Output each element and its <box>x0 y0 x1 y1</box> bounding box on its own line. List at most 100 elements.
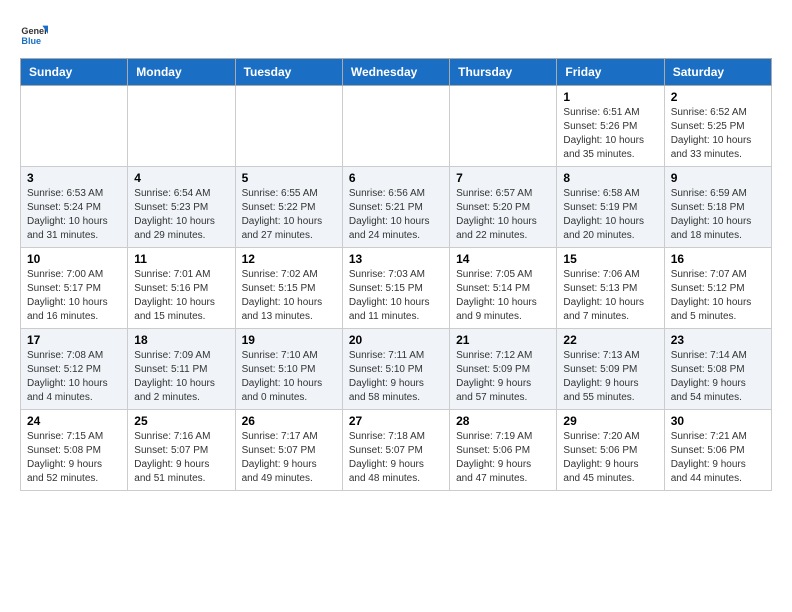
calendar-header-row: SundayMondayTuesdayWednesdayThursdayFrid… <box>21 59 772 86</box>
calendar-day-cell <box>128 86 235 167</box>
logo: General Blue <box>20 20 52 48</box>
day-number: 25 <box>134 414 228 428</box>
calendar-day-cell: 25 Sunrise: 7:16 AM Sunset: 5:07 PM Dayli… <box>128 410 235 491</box>
day-header: Thursday <box>450 59 557 86</box>
calendar-day-cell: 6 Sunrise: 6:56 AM Sunset: 5:21 PM Daylig… <box>342 167 449 248</box>
calendar-day-cell: 30 Sunrise: 7:21 AM Sunset: 5:06 PM Dayli… <box>664 410 771 491</box>
day-number: 17 <box>27 333 121 347</box>
calendar-week-row: 17Sunrise: 7:08 AM Sunset: 5:12 PM Dayli… <box>21 329 772 410</box>
day-number: 12 <box>242 252 336 266</box>
calendar-day-cell: 16Sunrise: 7:07 AM Sunset: 5:12 PM Dayli… <box>664 248 771 329</box>
calendar-day-cell <box>21 86 128 167</box>
calendar-week-row: 24 Sunrise: 7:15 AM Sunset: 5:08 PM Dayli… <box>21 410 772 491</box>
day-info: Sunrise: 7:19 AM Sunset: 5:06 PM Dayligh… <box>456 430 550 486</box>
day-info: Sunrise: 6:52 AM Sunset: 5:25 PM Dayligh… <box>671 106 765 162</box>
day-info: Sunrise: 7:12 AM Sunset: 5:09 PM Dayligh… <box>456 349 550 405</box>
calendar-day-cell: 11 Sunrise: 7:01 AM Sunset: 5:16 PM Dayli… <box>128 248 235 329</box>
calendar-day-cell: 12 Sunrise: 7:02 AM Sunset: 5:15 PM Dayli… <box>235 248 342 329</box>
calendar-day-cell <box>235 86 342 167</box>
day-number: 18 <box>134 333 228 347</box>
day-header: Wednesday <box>342 59 449 86</box>
day-number: 4 <box>134 171 228 185</box>
day-info: Sunrise: 6:54 AM Sunset: 5:23 PM Dayligh… <box>134 187 228 243</box>
day-info: Sunrise: 7:14 AM Sunset: 5:08 PM Dayligh… <box>671 349 765 405</box>
day-info: Sunrise: 7:01 AM Sunset: 5:16 PM Dayligh… <box>134 268 228 324</box>
day-number: 28 <box>456 414 550 428</box>
day-header: Sunday <box>21 59 128 86</box>
day-info: Sunrise: 6:53 AM Sunset: 5:24 PM Dayligh… <box>27 187 121 243</box>
calendar-day-cell: 18 Sunrise: 7:09 AM Sunset: 5:11 PM Dayli… <box>128 329 235 410</box>
day-number: 14 <box>456 252 550 266</box>
calendar-day-cell: 17Sunrise: 7:08 AM Sunset: 5:12 PM Dayli… <box>21 329 128 410</box>
day-info: Sunrise: 7:06 AM Sunset: 5:13 PM Dayligh… <box>563 268 657 324</box>
day-info: Sunrise: 7:15 AM Sunset: 5:08 PM Dayligh… <box>27 430 121 486</box>
calendar-day-cell: 20Sunrise: 7:11 AM Sunset: 5:10 PM Dayli… <box>342 329 449 410</box>
day-number: 1 <box>563 90 657 104</box>
day-info: Sunrise: 7:02 AM Sunset: 5:15 PM Dayligh… <box>242 268 336 324</box>
day-number: 13 <box>349 252 443 266</box>
day-info: Sunrise: 7:13 AM Sunset: 5:09 PM Dayligh… <box>563 349 657 405</box>
calendar-day-cell: 10 Sunrise: 7:00 AM Sunset: 5:17 PM Dayli… <box>21 248 128 329</box>
day-number: 16 <box>671 252 765 266</box>
day-number: 21 <box>456 333 550 347</box>
day-number: 2 <box>671 90 765 104</box>
calendar-week-row: 1 Sunrise: 6:51 AM Sunset: 5:26 PM Daylig… <box>21 86 772 167</box>
calendar-day-cell: 22 Sunrise: 7:13 AM Sunset: 5:09 PM Dayli… <box>557 329 664 410</box>
calendar-day-cell: 26Sunrise: 7:17 AM Sunset: 5:07 PM Dayli… <box>235 410 342 491</box>
calendar-day-cell: 7 Sunrise: 6:57 AM Sunset: 5:20 PM Daylig… <box>450 167 557 248</box>
calendar-day-cell: 8 Sunrise: 6:58 AM Sunset: 5:19 PM Daylig… <box>557 167 664 248</box>
day-info: Sunrise: 6:56 AM Sunset: 5:21 PM Dayligh… <box>349 187 443 243</box>
day-header: Monday <box>128 59 235 86</box>
day-info: Sunrise: 6:59 AM Sunset: 5:18 PM Dayligh… <box>671 187 765 243</box>
page-header: General Blue <box>20 20 772 48</box>
day-info: Sunrise: 7:03 AM Sunset: 5:15 PM Dayligh… <box>349 268 443 324</box>
calendar-day-cell: 3Sunrise: 6:53 AM Sunset: 5:24 PM Daylig… <box>21 167 128 248</box>
day-number: 30 <box>671 414 765 428</box>
calendar-week-row: 3Sunrise: 6:53 AM Sunset: 5:24 PM Daylig… <box>21 167 772 248</box>
day-info: Sunrise: 7:17 AM Sunset: 5:07 PM Dayligh… <box>242 430 336 486</box>
calendar-day-cell: 28 Sunrise: 7:19 AM Sunset: 5:06 PM Dayli… <box>450 410 557 491</box>
calendar-day-cell: 15Sunrise: 7:06 AM Sunset: 5:13 PM Dayli… <box>557 248 664 329</box>
logo-icon: General Blue <box>20 20 48 48</box>
day-number: 22 <box>563 333 657 347</box>
day-number: 29 <box>563 414 657 428</box>
day-info: Sunrise: 6:51 AM Sunset: 5:26 PM Dayligh… <box>563 106 657 162</box>
day-number: 9 <box>671 171 765 185</box>
day-number: 7 <box>456 171 550 185</box>
day-info: Sunrise: 7:16 AM Sunset: 5:07 PM Dayligh… <box>134 430 228 486</box>
svg-text:Blue: Blue <box>21 36 41 46</box>
day-number: 24 <box>27 414 121 428</box>
day-header: Friday <box>557 59 664 86</box>
day-info: Sunrise: 7:10 AM Sunset: 5:10 PM Dayligh… <box>242 349 336 405</box>
calendar-day-cell: 1 Sunrise: 6:51 AM Sunset: 5:26 PM Daylig… <box>557 86 664 167</box>
calendar-day-cell: 29 Sunrise: 7:20 AM Sunset: 5:06 PM Dayli… <box>557 410 664 491</box>
calendar-day-cell: 9 Sunrise: 6:59 AM Sunset: 5:18 PM Daylig… <box>664 167 771 248</box>
day-info: Sunrise: 7:09 AM Sunset: 5:11 PM Dayligh… <box>134 349 228 405</box>
day-info: Sunrise: 7:20 AM Sunset: 5:06 PM Dayligh… <box>563 430 657 486</box>
day-number: 19 <box>242 333 336 347</box>
calendar-day-cell: 24 Sunrise: 7:15 AM Sunset: 5:08 PM Dayli… <box>21 410 128 491</box>
day-info: Sunrise: 6:58 AM Sunset: 5:19 PM Dayligh… <box>563 187 657 243</box>
day-info: Sunrise: 7:21 AM Sunset: 5:06 PM Dayligh… <box>671 430 765 486</box>
day-header: Tuesday <box>235 59 342 86</box>
calendar-day-cell: 21 Sunrise: 7:12 AM Sunset: 5:09 PM Dayli… <box>450 329 557 410</box>
calendar-day-cell: 19 Sunrise: 7:10 AM Sunset: 5:10 PM Dayli… <box>235 329 342 410</box>
day-info: Sunrise: 7:18 AM Sunset: 5:07 PM Dayligh… <box>349 430 443 486</box>
day-number: 27 <box>349 414 443 428</box>
calendar-day-cell <box>450 86 557 167</box>
day-number: 11 <box>134 252 228 266</box>
day-number: 23 <box>671 333 765 347</box>
calendar-day-cell: 14 Sunrise: 7:05 AM Sunset: 5:14 PM Dayli… <box>450 248 557 329</box>
day-info: Sunrise: 7:00 AM Sunset: 5:17 PM Dayligh… <box>27 268 121 324</box>
calendar-week-row: 10 Sunrise: 7:00 AM Sunset: 5:17 PM Dayli… <box>21 248 772 329</box>
day-header: Saturday <box>664 59 771 86</box>
day-info: Sunrise: 6:57 AM Sunset: 5:20 PM Dayligh… <box>456 187 550 243</box>
day-number: 6 <box>349 171 443 185</box>
day-info: Sunrise: 7:11 AM Sunset: 5:10 PM Dayligh… <box>349 349 443 405</box>
day-number: 10 <box>27 252 121 266</box>
calendar-day-cell: 23 Sunrise: 7:14 AM Sunset: 5:08 PM Dayli… <box>664 329 771 410</box>
day-info: Sunrise: 6:55 AM Sunset: 5:22 PM Dayligh… <box>242 187 336 243</box>
day-info: Sunrise: 7:05 AM Sunset: 5:14 PM Dayligh… <box>456 268 550 324</box>
day-number: 8 <box>563 171 657 185</box>
day-number: 5 <box>242 171 336 185</box>
